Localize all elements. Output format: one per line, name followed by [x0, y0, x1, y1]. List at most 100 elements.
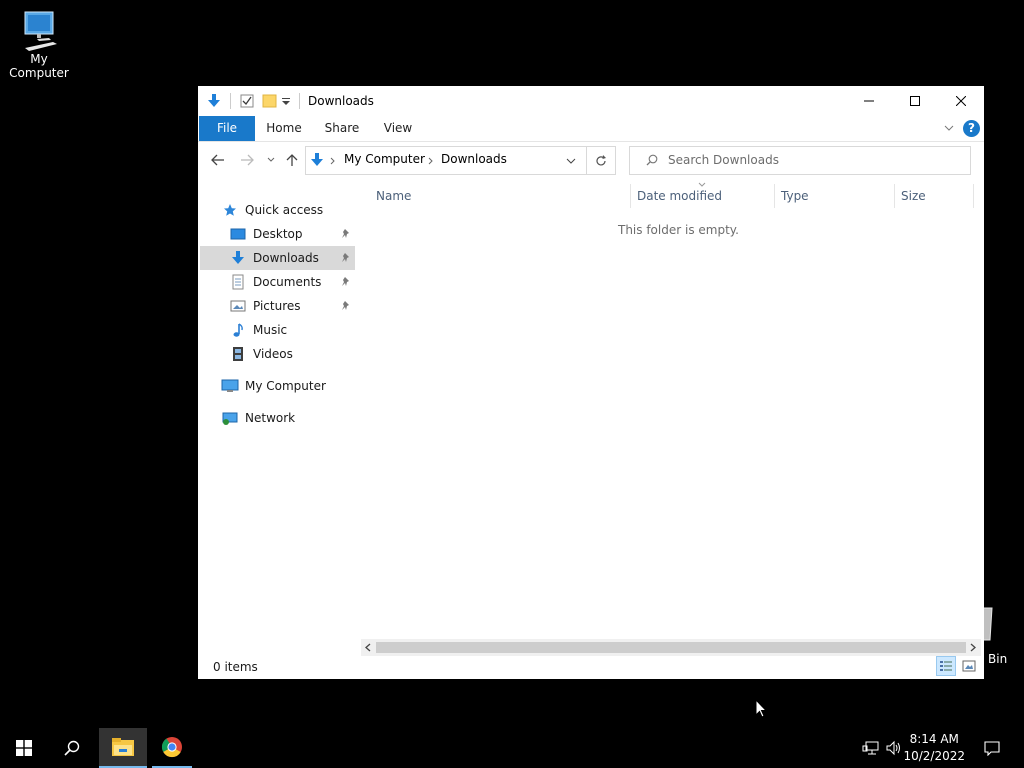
- search-icon: [64, 740, 80, 756]
- sidebar-item-label: Music: [253, 323, 288, 337]
- new-folder-icon[interactable]: [262, 94, 278, 108]
- up-button[interactable]: [282, 150, 302, 170]
- details-view-button[interactable]: [936, 656, 956, 676]
- details-view-icon: [940, 661, 952, 671]
- notification-icon: [984, 741, 1000, 756]
- taskbar-clock[interactable]: 8:14 AM 10/2/2022: [903, 731, 965, 765]
- chevron-down-icon: [267, 157, 275, 162]
- navigation-pane: Quick access Desktop Downloads Documents…: [198, 190, 358, 630]
- divider: [230, 93, 231, 109]
- column-header-name[interactable]: Name: [376, 186, 411, 206]
- windows-logo-icon: [16, 740, 32, 756]
- action-center-button[interactable]: [980, 728, 1004, 768]
- customize-toolbar-icon[interactable]: [282, 98, 290, 106]
- column-separator[interactable]: [973, 184, 974, 208]
- desktop-icon-my-computer[interactable]: My Computer: [0, 8, 78, 80]
- column-header-type[interactable]: Type: [781, 186, 809, 206]
- close-icon: [956, 96, 966, 106]
- refresh-button[interactable]: [587, 146, 616, 175]
- folder-icon: [112, 738, 134, 756]
- mouse-cursor-icon: [755, 699, 767, 718]
- clock-time: 8:14 AM: [909, 732, 959, 746]
- recent-locations-button[interactable]: [261, 150, 281, 170]
- sidebar-item-documents[interactable]: Documents: [228, 270, 355, 294]
- pin-icon: [340, 222, 352, 246]
- volume-tray-icon[interactable]: [885, 740, 903, 756]
- address-dropdown-icon[interactable]: [566, 157, 576, 165]
- large-icons-view-icon: [962, 660, 976, 672]
- taskbar-chrome[interactable]: [152, 728, 192, 768]
- sidebar-item-pictures[interactable]: Pictures: [228, 294, 355, 318]
- sidebar-item-label: Pictures: [253, 299, 301, 313]
- chevron-right-icon[interactable]: [330, 157, 335, 165]
- sidebar-item-videos[interactable]: Videos: [228, 342, 355, 366]
- documents-icon: [228, 270, 248, 294]
- maximize-button[interactable]: [892, 86, 938, 116]
- large-icons-view-button[interactable]: [959, 656, 979, 676]
- sidebar-item-desktop[interactable]: Desktop: [228, 222, 355, 246]
- breadcrumb-my-computer[interactable]: My Computer: [344, 152, 425, 166]
- column-separator[interactable]: [774, 184, 775, 208]
- start-button[interactable]: [0, 728, 48, 768]
- clock-date: 10/2/2022: [903, 749, 965, 763]
- properties-icon[interactable]: [240, 94, 254, 108]
- back-button[interactable]: [208, 150, 228, 170]
- pin-icon: [340, 294, 352, 318]
- music-icon: [228, 318, 248, 342]
- sidebar-item-network[interactable]: Network: [220, 406, 355, 430]
- minimize-button[interactable]: [846, 86, 892, 116]
- sidebar-item-downloads[interactable]: Downloads: [200, 246, 355, 270]
- column-separator[interactable]: [630, 184, 631, 208]
- chevron-right-icon[interactable]: [428, 157, 433, 165]
- scroll-right-icon[interactable]: [969, 643, 977, 652]
- up-arrow-icon: [286, 154, 298, 166]
- desktop-icon-label: My Computer: [9, 52, 69, 80]
- sidebar-item-label: Quick access: [245, 203, 324, 217]
- column-header-size[interactable]: Size: [901, 186, 926, 206]
- maximize-icon: [910, 96, 920, 106]
- breadcrumb-downloads[interactable]: Downloads: [441, 152, 507, 166]
- sidebar-item-label: Desktop: [253, 227, 303, 241]
- close-button[interactable]: [938, 86, 984, 116]
- help-icon[interactable]: ?: [963, 120, 980, 137]
- sidebar-item-label: Network: [245, 411, 296, 425]
- back-arrow-icon: [211, 154, 224, 166]
- sidebar-item-quick-access[interactable]: Quick access: [220, 198, 350, 222]
- tab-share[interactable]: Share: [318, 116, 366, 141]
- downloads-arrow-icon: [208, 94, 220, 107]
- title-bar[interactable]: Downloads: [198, 86, 984, 116]
- scroll-left-icon[interactable]: [364, 643, 372, 652]
- status-item-count: 0 items: [213, 660, 258, 674]
- sidebar-item-label: My Computer: [245, 379, 326, 393]
- chrome-icon: [161, 737, 182, 758]
- network-tray-icon[interactable]: [862, 740, 880, 756]
- divider: [299, 93, 300, 109]
- address-bar[interactable]: My Computer Downloads: [305, 146, 587, 175]
- star-icon: [220, 198, 240, 222]
- network-icon: [220, 406, 240, 430]
- tab-file[interactable]: File: [199, 116, 255, 141]
- computer-icon: [24, 11, 57, 51]
- expand-ribbon-icon[interactable]: [944, 124, 954, 132]
- forward-arrow-icon: [241, 154, 254, 166]
- column-separator[interactable]: [894, 184, 895, 208]
- pictures-icon: [228, 294, 248, 318]
- search-button[interactable]: [48, 728, 96, 768]
- tab-home[interactable]: Home: [260, 116, 308, 141]
- downloads-arrow-icon: [311, 153, 323, 166]
- search-box[interactable]: [629, 146, 971, 175]
- forward-button[interactable]: [237, 150, 257, 170]
- search-input[interactable]: [668, 151, 958, 169]
- tab-view[interactable]: View: [374, 116, 422, 141]
- minimize-icon: [864, 100, 874, 102]
- ribbon-tabs: File Home Share View ?: [198, 116, 984, 142]
- sidebar-item-music[interactable]: Music: [228, 318, 355, 342]
- taskbar-file-explorer[interactable]: [99, 728, 147, 768]
- sidebar-item-my-computer[interactable]: My Computer: [220, 374, 355, 398]
- column-header-date-modified[interactable]: Date modified: [637, 186, 722, 206]
- search-icon: [646, 154, 658, 166]
- horizontal-scrollbar[interactable]: [361, 639, 981, 656]
- computer-icon: [220, 374, 240, 398]
- window-title: Downloads: [308, 94, 374, 108]
- scrollbar-thumb[interactable]: [376, 642, 966, 653]
